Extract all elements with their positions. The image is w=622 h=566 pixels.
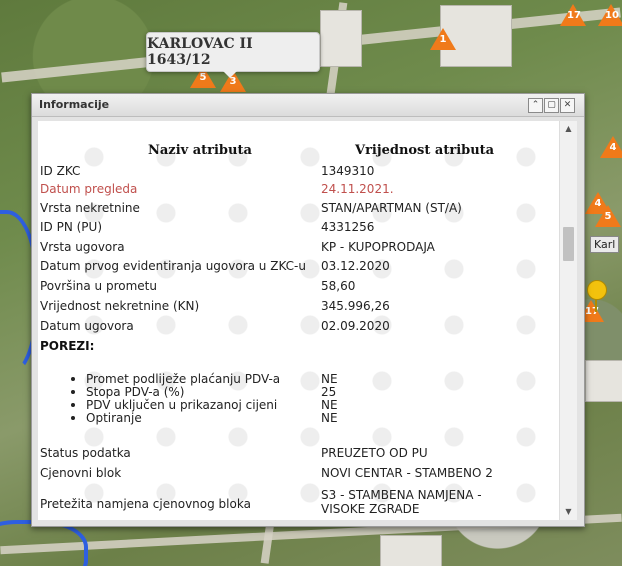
attribute-table: Naziv atributa Vrijednost atributa ID ZK… (38, 121, 559, 520)
table-row: ID PN (PU) 4331256 (40, 220, 375, 234)
map-marker[interactable]: 1 (430, 28, 456, 50)
table-row: Datum prvog evidentiranja ugovora u ZKC-… (40, 259, 390, 273)
column-header-name: Naziv atributa (148, 143, 252, 158)
info-panel: Informacije ⌃ ▢ ✕ Naziv atributa Vrijedn… (31, 93, 585, 527)
column-header-value: Vrijednost atributa (355, 143, 495, 158)
map-place-label: Karl (590, 236, 620, 253)
table-row: Status podatka PREUZETO OD PU (40, 446, 428, 460)
collapse-button[interactable]: ⌃ (528, 98, 543, 113)
table-row: Datum ugovora 02.09.2020 (40, 319, 390, 333)
scroll-up-arrow-icon[interactable]: ▲ (560, 121, 577, 137)
restore-button[interactable]: ▢ (544, 98, 559, 113)
table-row: ID ZKC 1349310 (40, 164, 375, 178)
info-panel-titlebar[interactable]: Informacije ⌃ ▢ ✕ (32, 94, 584, 117)
parcel-tooltip-label: KARLOVAC II 1643/12 (147, 36, 253, 68)
location-pin-icon[interactable] (587, 280, 607, 300)
close-button[interactable]: ✕ (560, 98, 575, 113)
info-panel-title: Informacije (39, 98, 110, 111)
parcel-tooltip: KARLOVAC II 1643/12 (146, 32, 320, 72)
table-row: Datum pregleda 24.11.2021. (40, 182, 394, 196)
map-marker[interactable]: 4 (600, 136, 622, 158)
table-row: Površina u prometu 58,60 (40, 279, 356, 293)
map-marker[interactable]: 5 (595, 205, 621, 227)
list-item: Stopa PDV-a (%) 25 (38, 385, 559, 399)
scrollbar[interactable]: ▲ ▼ (559, 121, 577, 520)
list-item: PDV uključen u prikazanoj cijeni NE (38, 398, 559, 412)
scrollbar-thumb[interactable] (563, 227, 574, 261)
taxes-heading: POREZI: (40, 339, 95, 353)
map-marker[interactable]: 10 (598, 4, 622, 26)
list-item: Optiranje NE (38, 411, 559, 425)
list-item: Promet podliježe plaćanju PDV-a NE (38, 372, 559, 386)
scroll-down-arrow-icon[interactable]: ▼ (560, 504, 577, 520)
tooltip-pointer (222, 70, 238, 78)
table-cell-value: S3 - STAMBENA NAMJENA - VISOKE ZGRADE (321, 488, 482, 516)
table-row: Vrsta ugovora KP - KUPOPRODAJA (40, 240, 435, 254)
table-row: Vrijednost nekretnine (KN) 345.996,26 (40, 299, 390, 313)
table-row: Cjenovni blok NOVI CENTAR - STAMBENO 2 (40, 466, 493, 480)
map-marker[interactable]: 17 (560, 4, 586, 26)
table-row: Vrsta nekretnine STAN/APARTMAN (ST/A) (40, 201, 462, 215)
